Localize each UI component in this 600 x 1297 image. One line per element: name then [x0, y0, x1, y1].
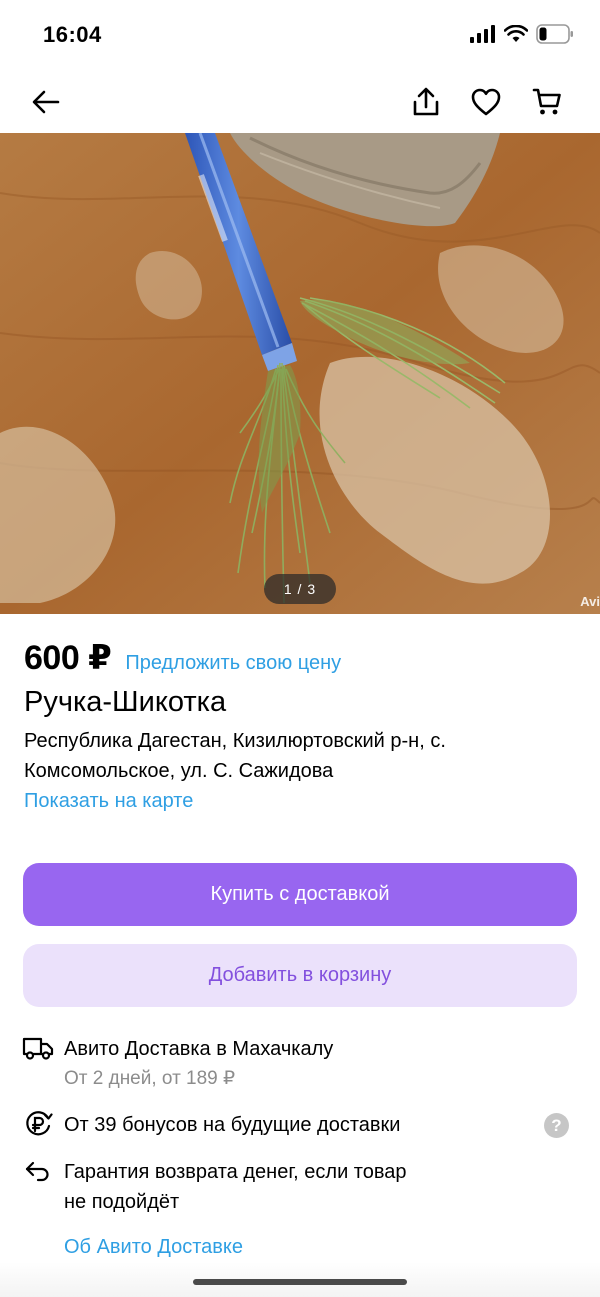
- show-on-map-link[interactable]: Показать на карте: [24, 790, 193, 813]
- heart-icon: [471, 88, 501, 116]
- watermark: Avi: [580, 594, 600, 609]
- battery-icon: [536, 24, 573, 44]
- about-delivery-link[interactable]: Об Авито Доставке: [64, 1236, 243, 1259]
- ruble-bonus-icon: [22, 1110, 54, 1138]
- help-icon[interactable]: ?: [544, 1113, 569, 1138]
- buy-with-delivery-button[interactable]: Купить с доставкой: [23, 863, 577, 926]
- bonus-row: От 39 бонусов на будущие доставки: [22, 1110, 400, 1140]
- status-icons: [470, 24, 574, 44]
- truck-icon: [22, 1034, 54, 1062]
- address-line-1: Республика Дагестан, Кизилюртовский р-н,…: [24, 730, 446, 752]
- status-time: 16:04: [43, 22, 102, 47]
- status-bar: 16:04: [0, 0, 600, 70]
- price-row: 600 ₽ Предложить свою цену: [24, 638, 341, 678]
- product-image: [0, 133, 600, 614]
- nav-bar: [0, 70, 600, 132]
- address: Республика Дагестан, Кизилюртовский р-н,…: [24, 726, 564, 786]
- home-indicator[interactable]: [193, 1279, 407, 1285]
- guarantee-line-2: не подойдёт: [64, 1191, 180, 1213]
- back-button[interactable]: [26, 82, 66, 122]
- address-line-2: Комсомольское, ул. С. Сажидова: [24, 760, 334, 782]
- cart-button[interactable]: [527, 82, 567, 122]
- return-arrow-icon: [22, 1157, 54, 1185]
- cart-icon: [532, 88, 561, 115]
- signal-icon: [470, 25, 495, 43]
- guarantee-row: Гарантия возврата денег, если товар не п…: [22, 1157, 407, 1217]
- favorite-button[interactable]: [466, 82, 506, 122]
- offer-price-link[interactable]: Предложить свою цену: [125, 652, 341, 675]
- delivery-service-title: Авито Доставка в Махачкалу: [64, 1038, 334, 1060]
- bonus-text: От 39 бонусов на будущие доставки: [64, 1114, 401, 1136]
- product-photo[interactable]: [0, 133, 600, 614]
- share-icon: [413, 87, 439, 116]
- add-to-cart-button[interactable]: Добавить в корзину: [23, 944, 577, 1007]
- delivery-service-row: Авито Доставка в Махачкалу От 2 дней, от…: [22, 1034, 333, 1094]
- delivery-service-sub: От 2 дней, от 189 ₽: [64, 1068, 236, 1089]
- guarantee-line-1: Гарантия возврата денег, если товар: [64, 1161, 407, 1183]
- listing-title: Ручка-Шикотка: [24, 686, 227, 718]
- arrow-left-icon: [32, 90, 60, 114]
- photo-counter: 1 / 3: [264, 574, 336, 604]
- price: 600 ₽: [24, 639, 112, 677]
- wifi-icon: [504, 25, 528, 42]
- share-button[interactable]: [406, 82, 446, 122]
